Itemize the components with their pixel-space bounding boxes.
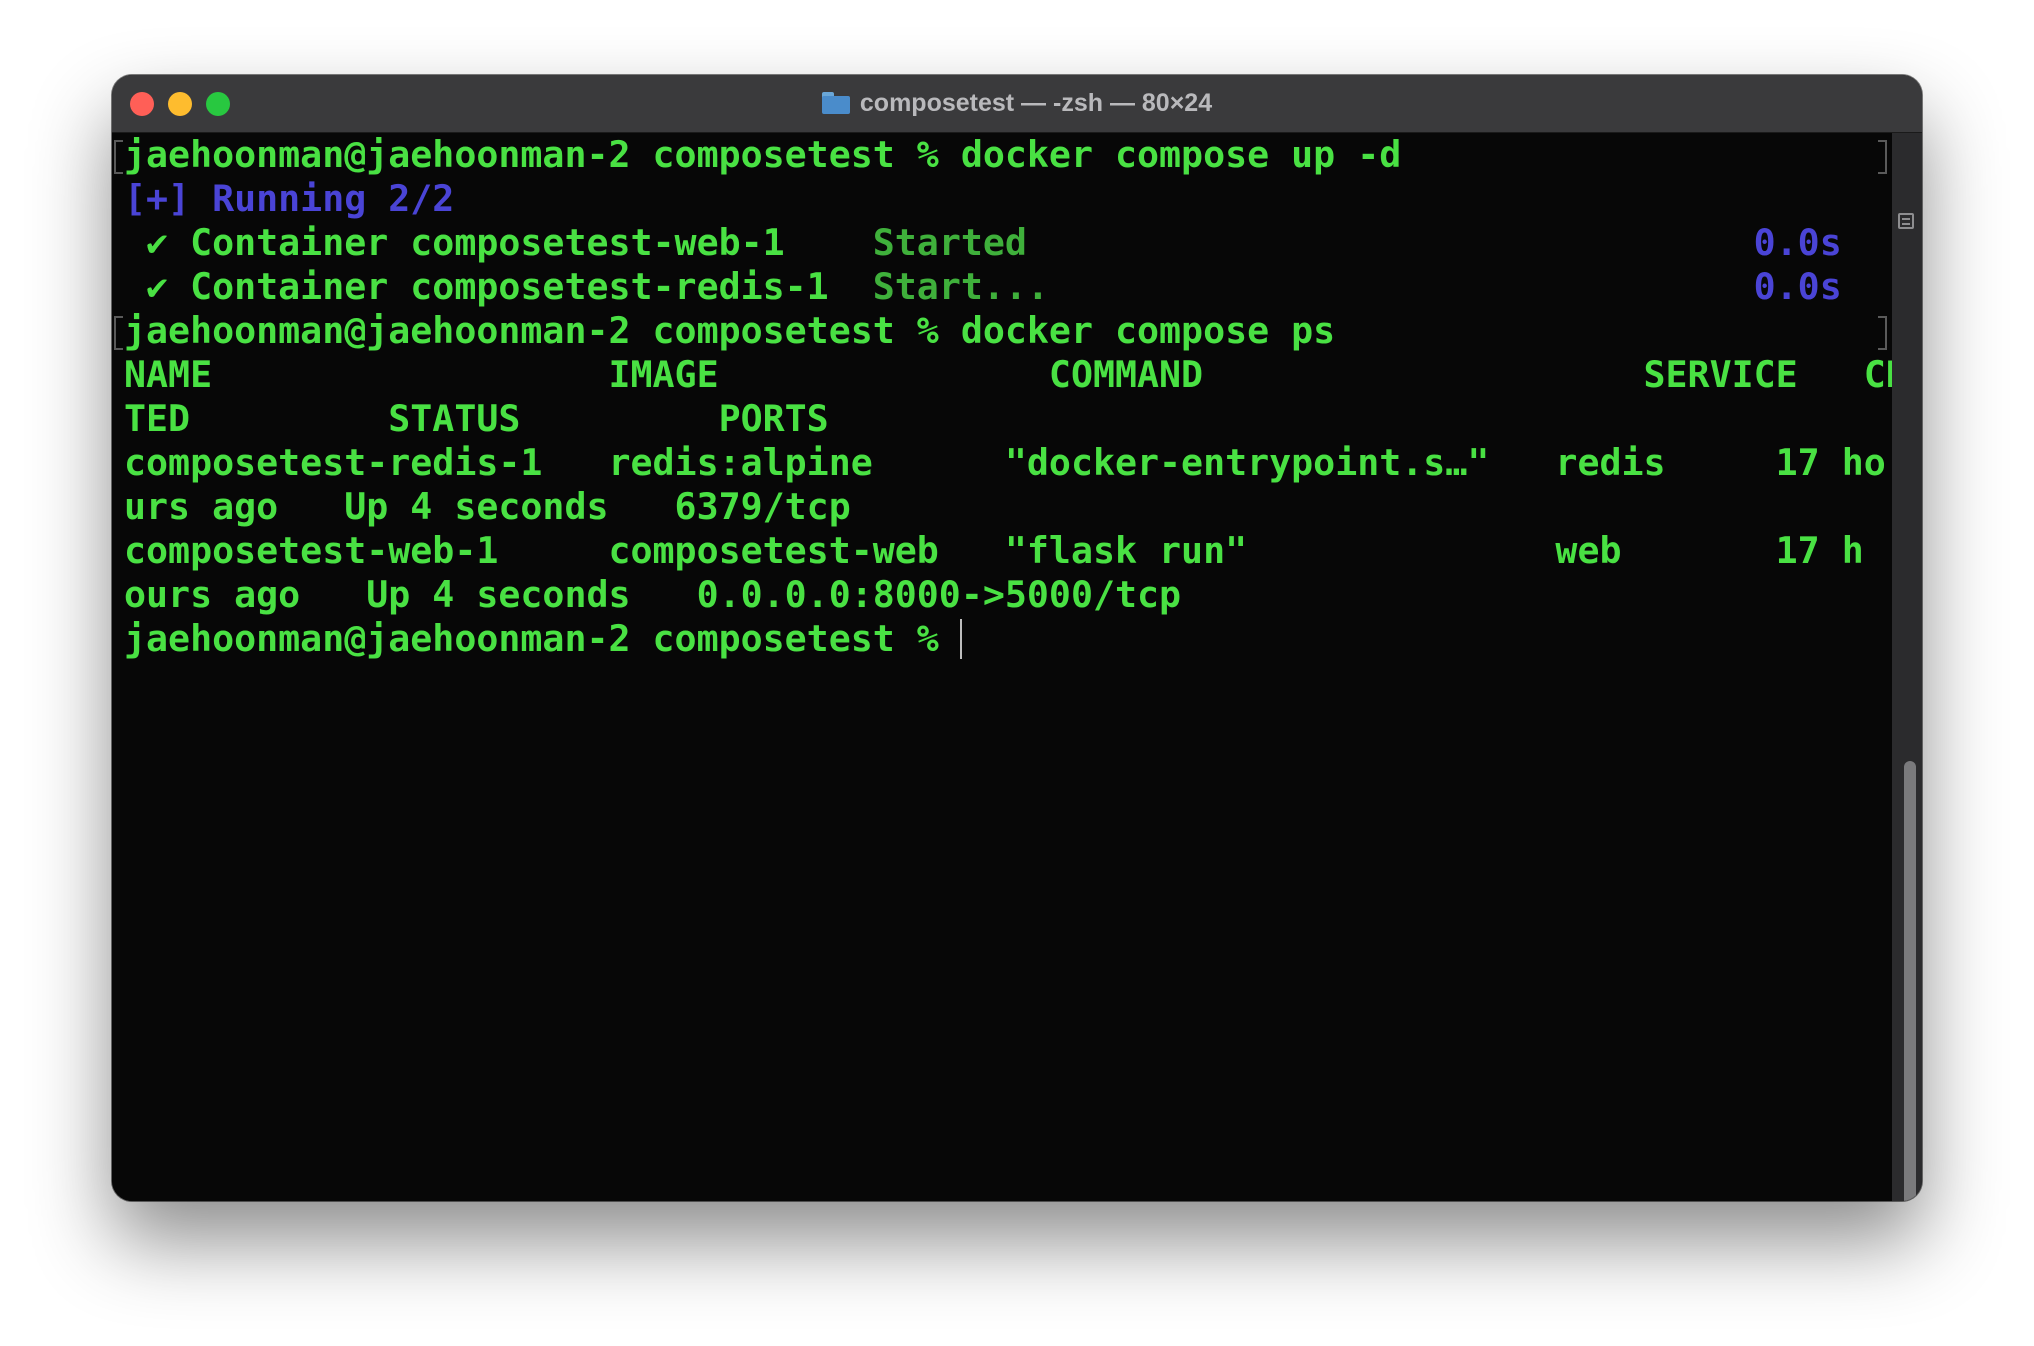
mark-bracket-left <box>114 316 123 350</box>
mark-bracket-right <box>1878 316 1887 350</box>
terminal-text: TED STATUS PORTS <box>124 397 829 440</box>
terminal-text: 0.0s <box>1753 265 1842 308</box>
terminal-text: [+] Running 2/2 <box>124 177 455 220</box>
terminal-text: Started <box>872 221 1027 264</box>
folder-icon <box>821 92 850 114</box>
terminal-line: jaehoonman@jaehoonman-2 composetest % do… <box>124 309 1335 353</box>
terminal-text: NAME IMAGE COMMAND SERVICE CREA <box>124 353 1922 396</box>
terminal-text: composetest-redis-1 redis:alpine "docker… <box>124 441 1886 484</box>
terminal-line: jaehoonman@jaehoonman-2 composetest % do… <box>124 133 1401 177</box>
terminal-line: composetest-redis-1 redis:alpine "docker… <box>124 441 1886 485</box>
terminal-line: NAME IMAGE COMMAND SERVICE CREA <box>124 353 1922 397</box>
terminal-text: urs ago Up 4 seconds 6379/tcp <box>124 485 851 528</box>
window-title-text: composetest — -zsh — 80×24 <box>859 89 1213 117</box>
terminal-text: 0.0s <box>1753 221 1842 264</box>
terminal-line: TED STATUS PORTS <box>124 397 829 441</box>
terminal-window: composetest — -zsh — 80×24 jaehoonman@ja… <box>112 75 1922 1201</box>
terminal-line: ✔ Container composetest-redis-1 Start...… <box>124 265 1842 309</box>
title-bar[interactable]: composetest — -zsh — 80×24 <box>112 75 1922 133</box>
terminal-line: ✔ Container composetest-web-1 Started 0.… <box>124 221 1842 265</box>
terminal-text: jaehoonman@jaehoonman-2 composetest % do… <box>124 133 1402 176</box>
terminal-line: jaehoonman@jaehoonman-2 composetest % <box>124 617 961 661</box>
terminal-text: ours ago Up 4 seconds 0.0.0.0:8000->5000… <box>124 573 1182 616</box>
terminal-text: composetest-web-1 composetest-web "flask… <box>124 529 1864 572</box>
terminal-line: ours ago Up 4 seconds 0.0.0.0:8000->5000… <box>124 573 1181 617</box>
terminal-line: urs ago Up 4 seconds 6379/tcp <box>124 485 851 529</box>
scrollbar-thumb[interactable] <box>1904 761 1916 1201</box>
text-cursor <box>960 619 962 659</box>
terminal-text: jaehoonman@jaehoonman-2 composetest % <box>124 617 961 660</box>
terminal-output[interactable]: jaehoonman@jaehoonman-2 composetest % do… <box>112 133 1922 1201</box>
split-pane-icon[interactable] <box>1898 213 1914 229</box>
terminal-text: ✔ Container composetest-web-1 <box>124 221 873 264</box>
terminal-text: Start... <box>872 265 1049 308</box>
mark-bracket-left <box>114 140 123 174</box>
terminal-line: composetest-web-1 composetest-web "flask… <box>124 529 1864 573</box>
mark-bracket-right <box>1878 140 1887 174</box>
window-title: composetest — -zsh — 80×24 <box>112 75 1922 132</box>
terminal-text: jaehoonman@jaehoonman-2 composetest % do… <box>124 309 1336 352</box>
terminal-text: ✔ Container composetest-redis-1 <box>124 265 873 308</box>
terminal-line: [+] Running 2/2 <box>124 177 454 221</box>
